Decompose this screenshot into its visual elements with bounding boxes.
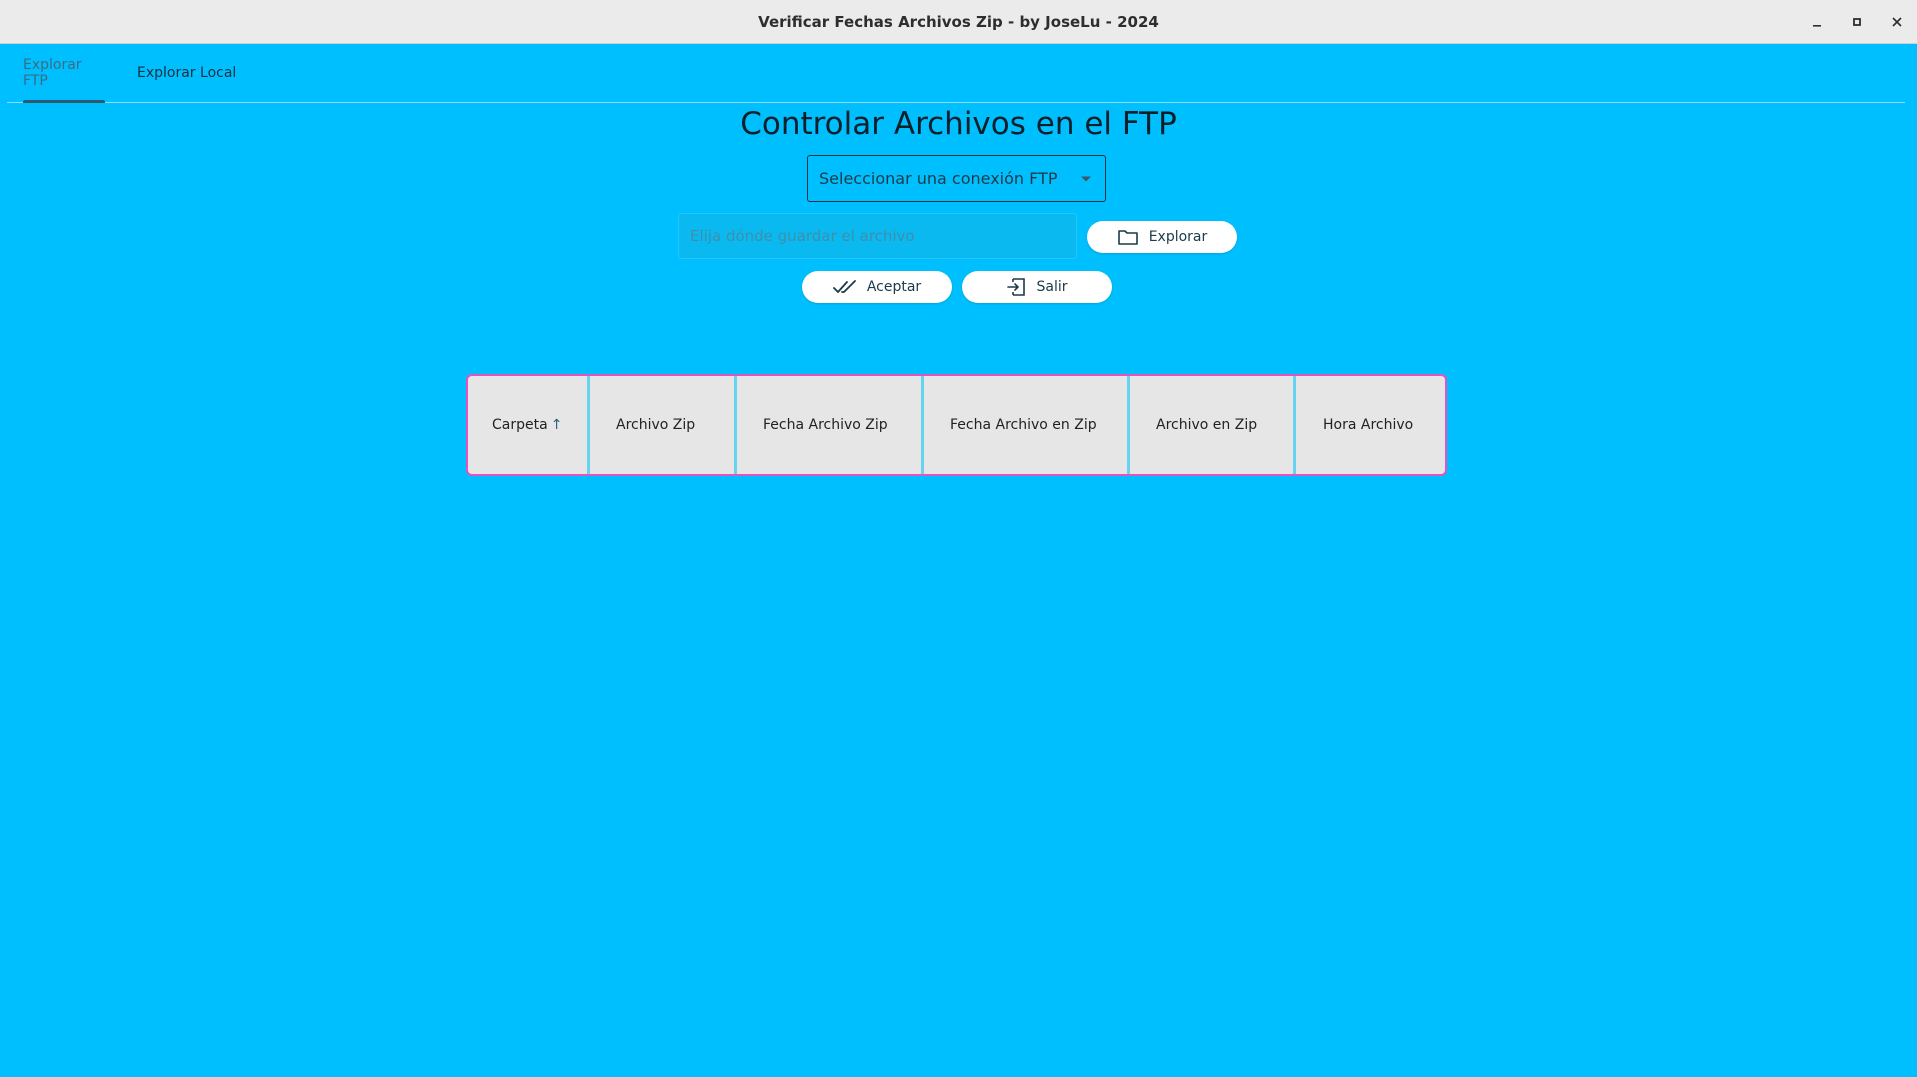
column-header-fecha-archivo-en-zip[interactable]: Fecha Archivo en Zip [924, 376, 1130, 474]
column-header-label: Carpeta [492, 417, 548, 433]
arrow-up-icon: ↑ [550, 417, 563, 433]
explore-button-label: Explorar [1148, 229, 1208, 245]
window-titlebar[interactable]: Verificar Fechas Archivos Zip - by JoseL… [0, 0, 1917, 44]
folder-icon [1117, 230, 1138, 245]
exit-button-label: Salir [1036, 279, 1068, 295]
accept-button-label: Aceptar [866, 279, 922, 295]
column-header-carpeta[interactable]: Carpeta ↑ [468, 376, 590, 474]
minimize-button[interactable] [1797, 0, 1837, 44]
explore-button[interactable]: Explorar [1087, 221, 1237, 253]
column-header-fecha-archivo-zip[interactable]: Fecha Archivo Zip [737, 376, 924, 474]
ftp-connection-select[interactable]: Seleccionar una conexión FTP [807, 155, 1106, 202]
app-content: Explorar FTP Explorar Local Controlar Ar… [0, 44, 1917, 1077]
tab-label: Explorar FTP [23, 57, 82, 89]
caret-down-icon [1081, 176, 1091, 181]
minimize-icon [1813, 25, 1821, 27]
column-header-label: Fecha Archivo en Zip [950, 417, 1097, 433]
maximize-button[interactable] [1837, 0, 1877, 44]
column-header-archivo-zip[interactable]: Archivo Zip [590, 376, 737, 474]
column-header-label: Fecha Archivo Zip [763, 417, 888, 433]
window-title: Verificar Fechas Archivos Zip - by JoseL… [758, 12, 1159, 31]
close-button[interactable] [1877, 0, 1917, 44]
column-header-label: Archivo en Zip [1156, 417, 1258, 433]
close-icon [1892, 17, 1902, 27]
active-tab-indicator [23, 100, 105, 103]
exit-button[interactable]: Salir [962, 271, 1112, 303]
window-controls [1797, 0, 1917, 44]
exit-icon [1007, 278, 1026, 296]
page-title: Controlar Archivos en el FTP [740, 106, 1177, 142]
column-header-label: Archivo Zip [616, 417, 696, 433]
ftp-connection-select-placeholder: Seleccionar una conexión FTP [819, 169, 1058, 188]
tab-explorar-local[interactable]: Explorar Local [137, 44, 237, 102]
column-header-label: Hora Archivo [1323, 417, 1414, 433]
accept-button[interactable]: Aceptar [802, 271, 952, 303]
save-path-input[interactable] [678, 213, 1077, 259]
tab-label: Explorar Local [137, 65, 237, 81]
files-table: Carpeta ↑ Archivo Zip Fecha Archivo Zip … [466, 374, 1447, 476]
double-check-icon [832, 280, 856, 293]
column-header-archivo-en-zip[interactable]: Archivo en Zip [1130, 376, 1296, 474]
tab-explorar-ftp[interactable]: Explorar FTP [23, 44, 105, 103]
maximize-icon [1853, 18, 1861, 26]
column-header-hora-archivo[interactable]: Hora Archivo [1296, 376, 1445, 474]
tab-bar: Explorar FTP Explorar Local [7, 44, 1905, 103]
